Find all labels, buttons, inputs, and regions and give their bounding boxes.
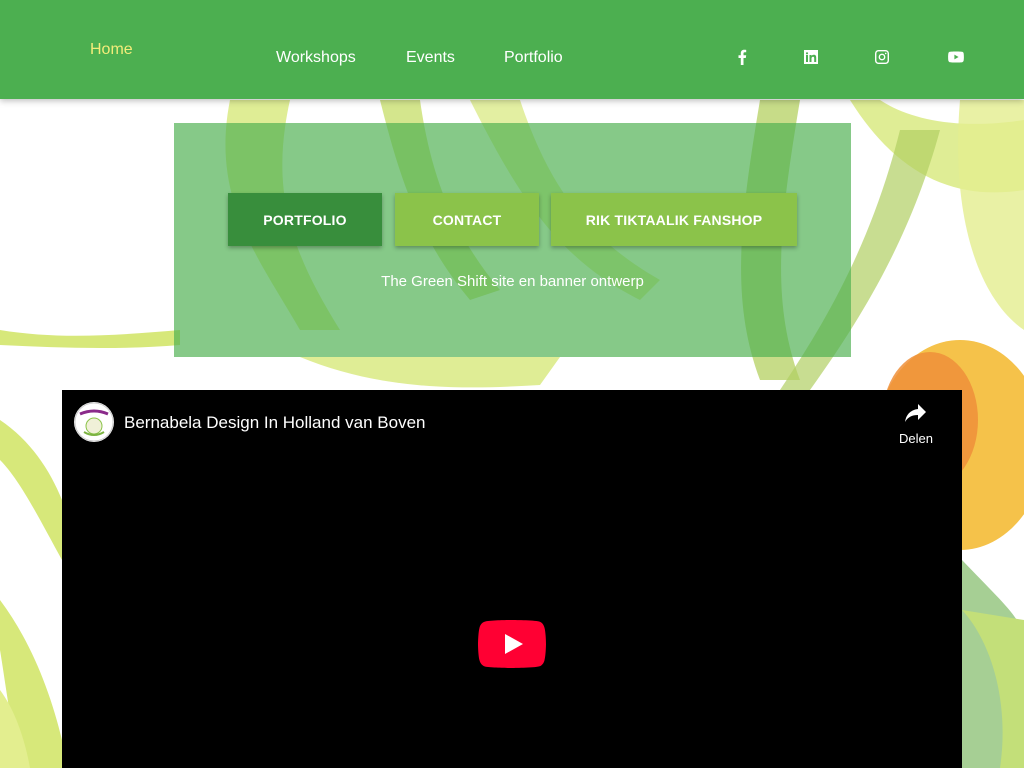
nav-portfolio-link[interactable]: Portfolio [504, 49, 563, 67]
youtube-icon[interactable] [946, 47, 966, 67]
share-icon [905, 404, 926, 422]
play-icon [478, 620, 546, 668]
portfolio-button[interactable]: PORTFOLIO [228, 193, 382, 246]
nav-workshops-link[interactable]: Workshops [276, 49, 356, 67]
share-label: Delen [899, 431, 933, 446]
nav-home-link[interactable]: Home [90, 41, 133, 59]
play-button[interactable] [478, 620, 546, 668]
top-navbar: Home Workshops Events Portfolio [0, 0, 1024, 99]
nav-events-link[interactable]: Events [406, 49, 455, 67]
instagram-icon[interactable] [872, 47, 892, 67]
fanshop-button[interactable]: RIK TIKTAALIK FANSHOP [551, 193, 797, 246]
hero-panel: PORTFOLIO CONTACT RIK TIKTAALIK FANSHOP … [174, 123, 851, 357]
youtube-video-embed[interactable]: Bernabela Design In Holland van Boven De… [62, 390, 962, 768]
channel-avatar[interactable] [74, 402, 114, 442]
video-title[interactable]: Bernabela Design In Holland van Boven [124, 413, 425, 433]
contact-button[interactable]: CONTACT [395, 193, 539, 246]
channel-logo [74, 402, 114, 442]
linkedin-icon[interactable] [801, 47, 821, 67]
facebook-icon[interactable] [732, 47, 752, 67]
share-button[interactable]: Delen [888, 402, 944, 446]
hero-caption: The Green Shift site en banner ontwerp [381, 273, 644, 290]
